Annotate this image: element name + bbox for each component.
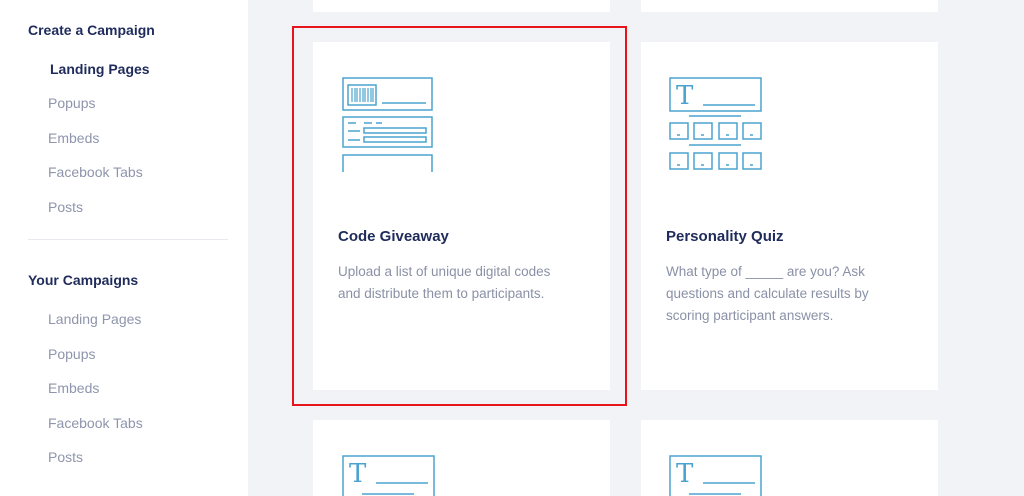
sidebar-item-your-facebook-tabs[interactable]: Facebook Tabs [48,415,143,431]
template-card-personality-quiz[interactable]: T Personality Quiz What type of _____ ar… [641,42,938,390]
sidebar-item-create-embeds[interactable]: Embeds [48,130,99,146]
sidebar-item-your-popups[interactable]: Popups [48,346,95,362]
svg-text:T: T [676,459,694,489]
personality-quiz-icon: T [669,77,762,170]
text-template-icon: T [669,455,762,496]
sidebar: Create a Campaign Landing Pages Popups E… [0,0,248,496]
template-card-code-giveaway[interactable]: Code Giveaway Upload a list of unique di… [313,42,610,390]
sidebar-item-create-landing-pages[interactable]: Landing Pages [50,61,150,77]
sidebar-item-your-posts[interactable]: Posts [48,449,83,465]
card-description: Upload a list of unique digital codes an… [338,264,551,301]
card-title: Code Giveaway [338,228,449,245]
sidebar-item-create-popups[interactable]: Popups [48,95,95,111]
card-description: What type of _____ are you? Ask question… [666,264,869,323]
template-card-partial-bottom-right[interactable]: T [641,420,938,496]
text-template-icon: T [342,455,435,496]
your-campaigns-heading: Your Campaigns [28,272,139,288]
template-card-partial-bottom-left[interactable]: T [313,420,610,496]
svg-text:T: T [676,81,694,111]
template-card-partial-top-left[interactable] [313,0,610,12]
sidebar-item-your-landing-pages[interactable]: Landing Pages [48,311,141,327]
sidebar-item-create-facebook-tabs[interactable]: Facebook Tabs [48,164,143,180]
code-giveaway-icon [342,77,433,172]
template-card-partial-top-right[interactable] [641,0,938,12]
sidebar-item-create-posts[interactable]: Posts [48,199,83,215]
create-campaign-heading: Create a Campaign [28,22,155,38]
card-title: Personality Quiz [666,228,784,245]
sidebar-item-your-embeds[interactable]: Embeds [48,380,99,396]
sidebar-divider [28,239,228,240]
svg-text:T: T [349,459,367,489]
